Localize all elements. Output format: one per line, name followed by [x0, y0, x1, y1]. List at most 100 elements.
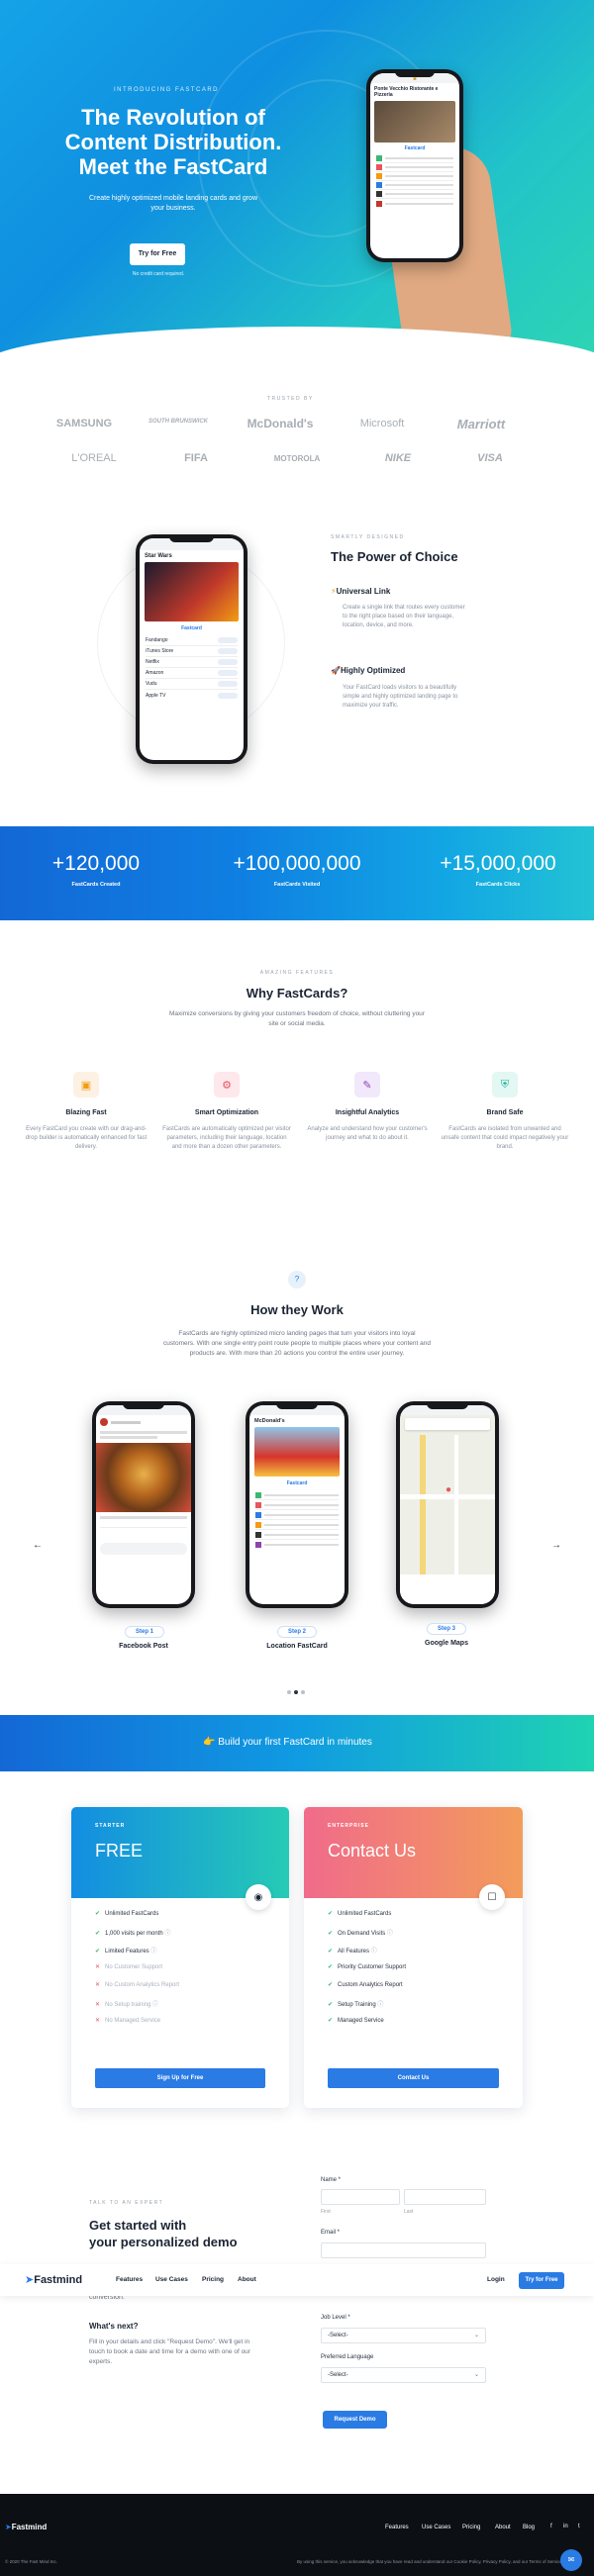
footer-pricing[interactable]: Pricing	[462, 2525, 480, 2530]
logo-microsoft: Microsoft	[359, 418, 405, 429]
hero-title-line: Content Distribution.	[64, 130, 282, 154]
step-name: Location FastCard	[266, 1643, 328, 1650]
hero-cta-note: No credit card required.	[132, 271, 185, 277]
eye-icon: ◉	[246, 1884, 271, 1910]
logo-visa: VISA	[477, 452, 503, 464]
pricing-card-enterprise: ENTERPRISE Contact Us ☐ ✔ Unlimited FastC…	[304, 1807, 523, 2108]
restaurant-photo	[374, 101, 455, 143]
list-item	[255, 1540, 339, 1550]
carousel-dot-active[interactable]	[294, 1690, 298, 1694]
list-item	[255, 1490, 339, 1500]
info-icon[interactable]: ⓘ	[150, 1949, 156, 1955]
nav-use-cases[interactable]: Use Cases	[155, 2276, 188, 2283]
phone-brand: Fastcard	[404, 145, 426, 151]
footer: ➤Fastmind Features Use Cases Pricing Abo…	[0, 2494, 594, 2576]
analytics-icon: ✎	[354, 1072, 380, 1097]
carousel-prev-arrow[interactable]: ←	[33, 1540, 43, 1551]
comment-box	[100, 1543, 187, 1555]
step-pill: Step 3	[427, 1623, 466, 1635]
hero-title-line: Meet the FastCard	[78, 154, 268, 179]
power-title: The Power of Choice	[331, 549, 458, 564]
footer-use-cases[interactable]: Use Cases	[422, 2525, 450, 2530]
nav-try-free-button[interactable]: Try for Free	[519, 2272, 564, 2289]
footer-about[interactable]: About	[495, 2525, 511, 2530]
why-eyebrow: AMAZING FEATURES	[259, 970, 335, 976]
info-icon[interactable]: ⓘ	[371, 1949, 377, 1955]
hero-phone: 🔒 Ponte Vecchio Ristorante e Pizzeria Fa…	[366, 69, 463, 262]
post-text-line	[100, 1436, 157, 1439]
footer-blog[interactable]: Blog	[523, 2525, 535, 2530]
why-col-title: Insightful Analytics	[335, 1109, 400, 1116]
next-text: Fill in your details and click "Request …	[89, 2338, 250, 2365]
feature-highly-optimized: 🚀Highly Optimized	[331, 666, 406, 675]
carousel-dot[interactable]	[287, 1690, 291, 1694]
why-col-title: Blazing Fast	[65, 1109, 107, 1116]
contact-us-button[interactable]: Contact Us	[328, 2068, 499, 2088]
list-item	[376, 190, 453, 199]
carousel-dot[interactable]	[301, 1690, 305, 1694]
stat-label: FastCards Created	[71, 882, 121, 888]
feature-row: ✕ No Custom Analytics Report	[95, 1982, 180, 1988]
linkedin-icon[interactable]: in	[563, 2524, 568, 2529]
try-free-button[interactable]: Try for Free	[130, 243, 185, 265]
demo-eyebrow: TALK TO AN EXPERT	[89, 2200, 164, 2206]
plan-tag: ENTERPRISE	[328, 1823, 369, 1829]
chat-widget-icon[interactable]: ✉	[560, 2549, 582, 2571]
why-title: Why FastCards?	[246, 986, 348, 1001]
job-level-select[interactable]: -Select- ⌄	[321, 2328, 486, 2343]
email-input[interactable]	[321, 2242, 486, 2258]
facebook-icon[interactable]: f	[550, 2524, 552, 2529]
list-item: Amazon	[146, 668, 238, 679]
power-phone: Star Wars Fastcard Fandango iTunes Store…	[136, 534, 248, 764]
legal-text: By using this service, you acknowledge t…	[297, 2559, 564, 2564]
chevron-down-icon: ⌄	[473, 2333, 479, 2338]
last-label: Last	[404, 2209, 414, 2215]
list-item	[376, 163, 453, 172]
nav-pricing[interactable]: Pricing	[202, 2276, 224, 2283]
logo-motorola: MOTOROLA	[273, 454, 321, 463]
logo-loreal: L'OREAL	[71, 452, 117, 464]
cta-banner[interactable]: 👉 Build your first FastCard in minutes	[0, 1715, 594, 1771]
footer-features[interactable]: Features	[385, 2525, 409, 2530]
fb-actions	[100, 1527, 187, 1537]
optimization-icon: ⚙	[214, 1072, 240, 1097]
twitter-icon[interactable]: t	[578, 2524, 580, 2529]
why-col-text: FastCards are isolated from unwanted and…	[441, 1126, 569, 1150]
info-icon[interactable]: ⓘ	[164, 1931, 170, 1937]
why-col-text: Every FastCard you create with our drag-…	[25, 1126, 148, 1150]
info-icon[interactable]: ⓘ	[377, 2002, 383, 2008]
logo-marriott: Marriott	[456, 417, 506, 431]
login-link[interactable]: Login	[487, 2276, 505, 2283]
signup-free-button[interactable]: Sign Up for Free	[95, 2068, 265, 2088]
email-label: Email *	[321, 2230, 341, 2236]
carousel-next-arrow[interactable]: →	[551, 1540, 561, 1551]
info-icon[interactable]: ⓘ	[387, 1931, 393, 1937]
demo-title-line: your personalized demo	[89, 2235, 238, 2249]
step-name: Google Maps	[425, 1640, 468, 1647]
restaurant-photo	[254, 1427, 340, 1477]
language-select[interactable]: -Select- ⌄	[321, 2367, 486, 2383]
footer-brand[interactable]: ➤Fastmind	[5, 2523, 47, 2531]
nav-features[interactable]: Features	[116, 2276, 143, 2283]
demo-title: Get started with your personalized demo	[89, 2217, 238, 2250]
trusted-label: TRUSTED BY	[267, 396, 314, 402]
list-item: Vudu	[146, 679, 238, 690]
brand-mark-icon: ➤	[5, 2523, 12, 2531]
brand-logo[interactable]: ➤Fastmind	[25, 2273, 82, 2286]
step-name: Facebook Post	[119, 1643, 168, 1650]
hero-subtitle: Create highly optimized mobile landing c…	[88, 195, 258, 212]
first-name-input[interactable]	[321, 2189, 400, 2205]
step-pill: Step 1	[125, 1626, 164, 1638]
request-demo-button[interactable]: Request Demo	[323, 2411, 387, 2429]
stat-value: +15,000,000	[440, 852, 556, 875]
burger-image	[96, 1443, 191, 1512]
nav-about[interactable]: About	[238, 2276, 256, 2283]
last-name-input[interactable]	[404, 2189, 486, 2205]
select-value: -Select-	[328, 2372, 348, 2378]
power-eyebrow: SMARTLY DESIGNED	[331, 534, 405, 540]
movie-poster	[145, 562, 239, 621]
logo-mcdonalds: McDonald's	[247, 417, 314, 430]
feature-row: ✔ Setup Training ⓘ	[328, 2002, 384, 2008]
demo-title-line: Get started with	[89, 2218, 187, 2233]
info-icon[interactable]: ⓘ	[152, 2002, 158, 2008]
